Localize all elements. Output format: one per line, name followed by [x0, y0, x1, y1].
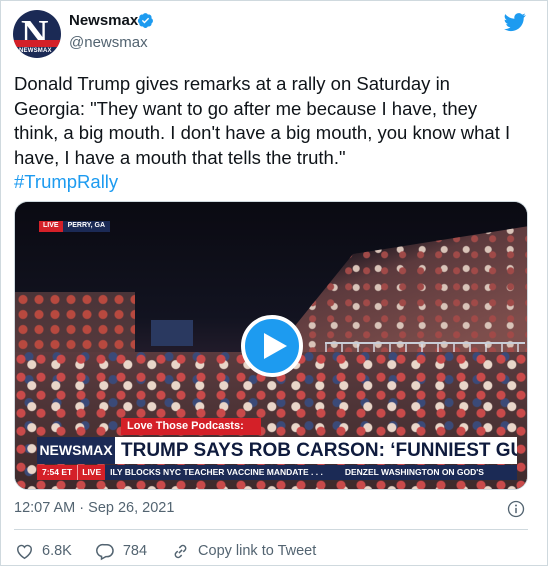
ticker-item: DENZEL WASHINGTON ON GOD'S	[344, 467, 484, 477]
ticker-item: ILY BLOCKS NYC TEACHER VACCINE MANDATE .…	[110, 467, 323, 477]
verified-badge-icon	[137, 13, 153, 28]
heart-icon	[17, 544, 32, 559]
copy-link-label: Copy link to Tweet	[198, 543, 317, 559]
hashtag-link[interactable]: #TrumpRally	[14, 171, 118, 192]
location-label: PERRY, GA	[62, 221, 111, 232]
avatar[interactable]: N NEWSMAX	[13, 10, 61, 58]
account-name[interactable]: Newsmax	[69, 12, 138, 29]
reply-button[interactable]: 784	[95, 542, 148, 561]
chyron-headline: TRUMP SAYS ROB CARSON: ‘FUNNIEST GUY’	[115, 437, 517, 464]
chyron: NEWSMAX TRUMP SAYS ROB CARSON: ‘FUNNIEST…	[37, 437, 517, 464]
like-button[interactable]: 6.8K	[15, 542, 72, 561]
ticker-live: LIVE	[77, 465, 106, 480]
avatar-logo-tag: NEWSMAX	[19, 48, 52, 54]
link-icon	[174, 544, 187, 558]
podcast-banner: Love Those Podcasts:	[121, 418, 261, 435]
account-handle[interactable]: @newsmax	[69, 34, 148, 51]
ticker-time: 7:54 ET	[37, 465, 78, 480]
reply-count: 784	[122, 543, 148, 559]
like-count: 6.8K	[42, 543, 72, 559]
tweet-timestamp[interactable]: 12:07 AM · Sep 26, 2021	[14, 500, 174, 516]
tweet-card: N NEWSMAX Newsmax @newsmax Donald Trump …	[0, 0, 548, 566]
ticker-crawl: ILY BLOCKS NYC TEACHER VACCINE MANDATE .…	[105, 465, 517, 480]
video-player[interactable]: LIVE PERRY, GA Love Those Podcasts: NEWS…	[14, 201, 528, 490]
copy-link-button[interactable]: Copy link to Tweet	[171, 542, 316, 561]
divider	[14, 529, 528, 530]
live-label: LIVE	[39, 221, 63, 232]
twitter-bird-icon[interactable]	[503, 11, 527, 33]
play-button[interactable]	[241, 315, 303, 377]
chyron-brand: NEWSMAX	[37, 437, 115, 464]
play-icon	[264, 333, 287, 359]
live-location-tag: LIVE PERRY, GA	[39, 221, 111, 232]
avatar-stripe	[13, 40, 61, 47]
tweet-text: Donald Trump gives remarks at a rally on…	[14, 72, 524, 195]
info-icon[interactable]	[507, 500, 525, 518]
news-ticker: 7:54 ET LIVE ILY BLOCKS NYC TEACHER VACC…	[37, 465, 517, 480]
reply-icon	[95, 543, 114, 560]
tweet-body: Donald Trump gives remarks at a rally on…	[14, 73, 511, 168]
tweet-actions: 6.8K 784 Copy link to Tweet	[15, 541, 340, 561]
podium	[151, 320, 193, 346]
